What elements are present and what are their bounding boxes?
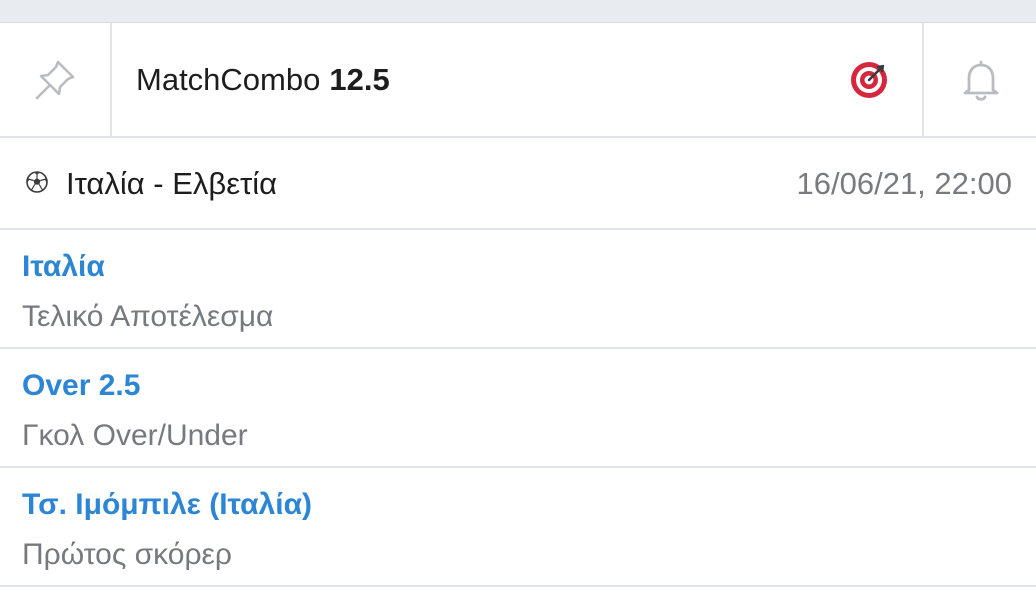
- selection-item[interactable]: Τσ. Ιμόμπιλε (Ιταλία) Πρώτος σκόρερ: [0, 468, 1036, 587]
- target-icon: [851, 62, 887, 98]
- pin-button[interactable]: [0, 23, 112, 136]
- selection-market: Γκολ Over/Under: [22, 419, 248, 452]
- selection-market: Πρώτος σκόρερ: [22, 538, 232, 571]
- selection-pick: Over 2.5: [22, 369, 141, 402]
- selection-item[interactable]: Ιταλία Τελικό Αποτέλεσμα: [0, 230, 1036, 349]
- selection-item[interactable]: Over 2.5 Γκολ Over/Under: [0, 349, 1036, 468]
- page: MatchCombo 12.5 Ιταλία - Ελβετία 16/06/2…: [0, 0, 1036, 608]
- soccer-ball-icon: [26, 171, 48, 193]
- selection-pick: Ιταλία: [22, 250, 105, 283]
- bet-type-label: MatchCombo: [136, 61, 321, 97]
- pin-icon: [35, 60, 75, 99]
- bet-card: MatchCombo 12.5 Ιταλία - Ελβετία 16/06/2…: [0, 22, 1036, 608]
- selection-pick: Τσ. Ιμόμπιλε (Ιταλία): [22, 488, 312, 521]
- notifications-button[interactable]: [922, 23, 1036, 136]
- bet-header: MatchCombo 12.5: [0, 23, 1036, 138]
- bell-icon: [963, 60, 999, 101]
- total-odds: 12.5: [329, 61, 390, 97]
- bet-title: MatchCombo 12.5: [136, 62, 390, 98]
- match-row[interactable]: Ιταλία - Ελβετία 16/06/21, 22:00: [0, 138, 1036, 230]
- bet-title-area: MatchCombo 12.5: [112, 23, 922, 136]
- match-datetime: 16/06/21, 22:00: [796, 166, 1012, 201]
- match-name: Ιταλία - Ελβετία: [66, 166, 278, 201]
- selection-market: Τελικό Αποτέλεσμα: [22, 300, 274, 333]
